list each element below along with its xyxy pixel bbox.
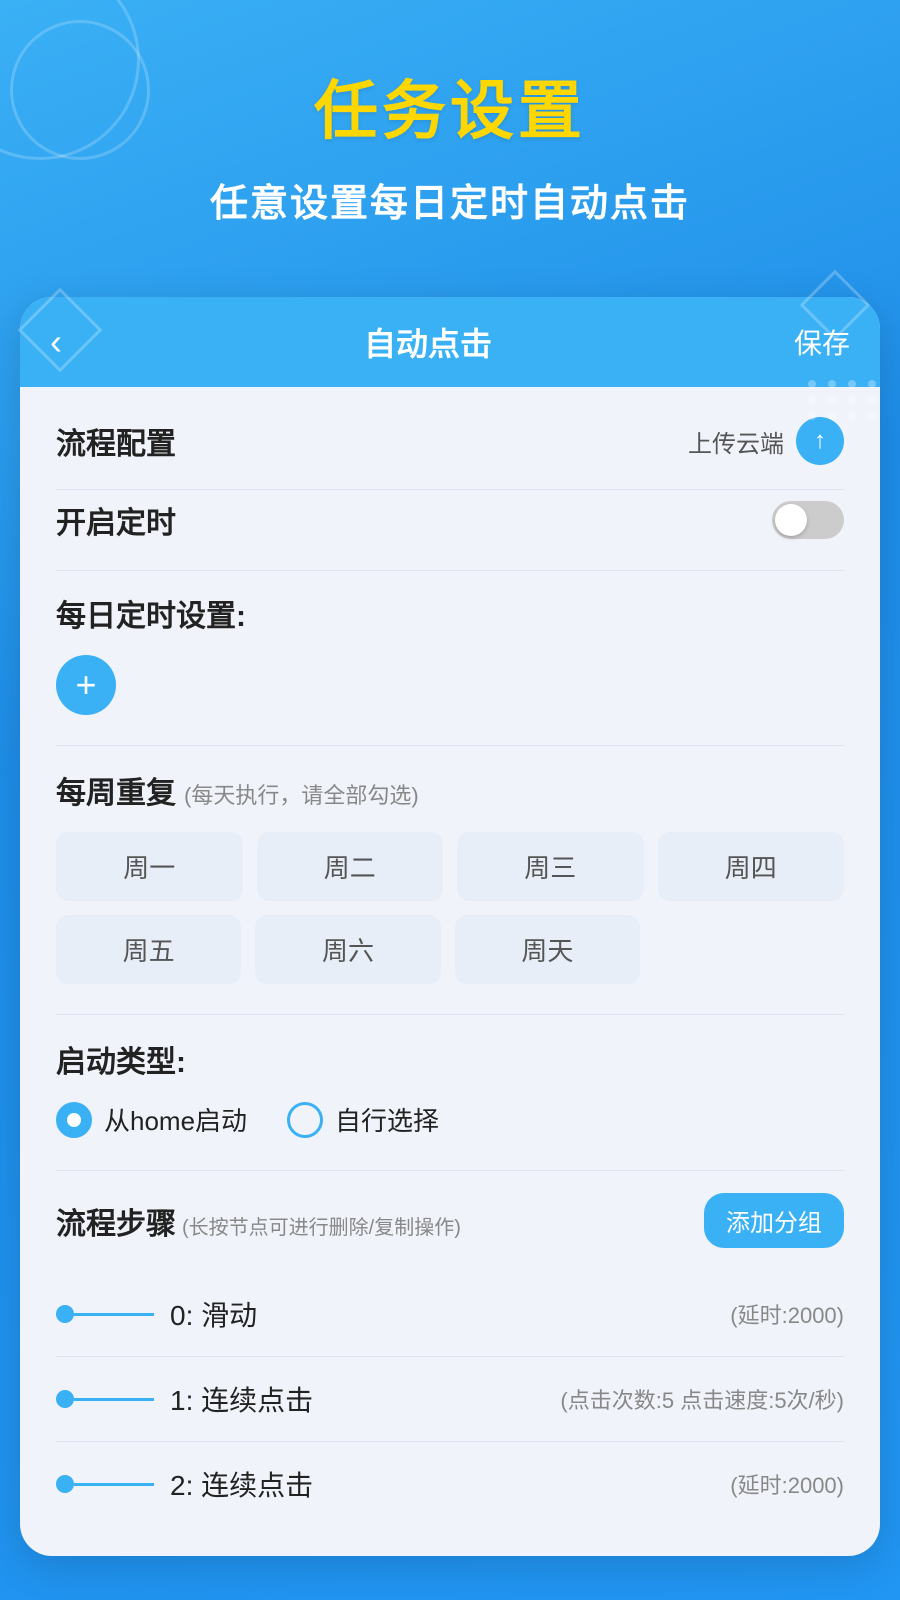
timer-toggle-row: 开启定时 [56, 498, 844, 542]
card-body: 流程配置 上传云端 ↑ 开启定时 每日定时设置: + 每周重复 (每天执 [20, 387, 880, 1556]
divider-4 [56, 1014, 844, 1015]
step-name-2: 2: 连续点击 [170, 1464, 313, 1504]
step-detail-1: (点击次数:5 点击速度:5次/秒) [560, 1383, 844, 1415]
weekday-fri[interactable]: 周五 [56, 915, 241, 984]
step-dot-1 [56, 1390, 74, 1408]
steps-header: 流程步骤 (长按节点可进行删除/复制操作) 添加分组 [56, 1193, 844, 1248]
save-button[interactable]: 保存 [794, 322, 850, 362]
launch-options: 从home启动 自行选择 [56, 1101, 844, 1138]
weekday-sun[interactable]: 周天 [455, 915, 640, 984]
step-line-2 [74, 1483, 154, 1486]
weekday-thu[interactable]: 周四 [658, 832, 845, 901]
sub-title: 任意设置每日定时自动点击 [30, 172, 870, 227]
weekday-mon[interactable]: 周一 [56, 832, 243, 901]
weekly-repeat-hint: (每天执行，请全部勾选) [184, 778, 419, 810]
launch-type-label: 启动类型: [56, 1037, 844, 1081]
back-button[interactable]: ‹ [50, 321, 62, 363]
add-group-button[interactable]: 添加分组 [704, 1193, 844, 1248]
upload-area: 上传云端 ↑ [688, 417, 844, 465]
step-item-0[interactable]: 0: 滑动 (延时:2000) [56, 1272, 844, 1357]
step-content-0: 0: 滑动 (延时:2000) [170, 1294, 844, 1334]
upload-text: 上传云端 [688, 424, 784, 459]
divider-5 [56, 1170, 844, 1171]
step-detail-0: (延时:2000) [730, 1298, 844, 1330]
flow-config-row: 流程配置 上传云端 ↑ [56, 417, 844, 465]
step-dot-0 [56, 1305, 74, 1323]
step-name-0: 0: 滑动 [170, 1294, 257, 1334]
step-item-2[interactable]: 2: 连续点击 (延时:2000) [56, 1442, 844, 1526]
step-content-2: 2: 连续点击 (延时:2000) [170, 1464, 844, 1504]
upload-button[interactable]: ↑ [796, 417, 844, 465]
radio-custom[interactable] [287, 1102, 323, 1138]
weekdays-row2: 周五 周六 周天 [56, 915, 844, 984]
weekday-sat[interactable]: 周六 [255, 915, 440, 984]
steps-label: 流程步骤 [56, 1199, 176, 1243]
divider-1 [56, 489, 844, 490]
header-area: 任务设置 任意设置每日定时自动点击 [0, 0, 900, 257]
weekly-repeat-label: 每周重复 [56, 768, 176, 812]
launch-custom-label: 自行选择 [335, 1101, 439, 1138]
step-line-0 [74, 1313, 154, 1316]
step-item-1[interactable]: 1: 连续点击 (点击次数:5 点击速度:5次/秒) [56, 1357, 844, 1442]
step-dot-2 [56, 1475, 74, 1493]
divider-2 [56, 570, 844, 571]
steps-left: 流程步骤 (长按节点可进行删除/复制操作) [56, 1199, 461, 1243]
step-dot-line-1 [56, 1390, 154, 1408]
weekdays-row1: 周一 周二 周三 周四 [56, 832, 844, 901]
daily-timer-label: 每日定时设置: [56, 591, 844, 635]
step-line-1 [74, 1398, 154, 1401]
card-header: ‹ 自动点击 保存 [20, 297, 880, 387]
step-name-1: 1: 连续点击 [170, 1379, 313, 1419]
timer-label: 开启定时 [56, 498, 176, 542]
upload-icon: ↑ [814, 429, 826, 453]
step-dot-line-2 [56, 1475, 154, 1493]
weekday-wed[interactable]: 周三 [457, 832, 644, 901]
steps-hint: (长按节点可进行删除/复制操作) [182, 1211, 461, 1240]
divider-3 [56, 745, 844, 746]
timer-toggle[interactable] [772, 501, 844, 539]
settings-card: ‹ 自动点击 保存 流程配置 上传云端 ↑ 开启定时 每日定时设置: + [20, 297, 880, 1556]
flow-config-label: 流程配置 [56, 419, 176, 463]
step-dot-line-0 [56, 1305, 154, 1323]
launch-home-label: 从home启动 [104, 1101, 247, 1138]
weekly-repeat-header: 每周重复 (每天执行，请全部勾选) [56, 768, 844, 812]
main-title: 任务设置 [30, 60, 870, 152]
step-content-1: 1: 连续点击 (点击次数:5 点击速度:5次/秒) [170, 1379, 844, 1419]
radio-home[interactable] [56, 1102, 92, 1138]
add-timer-button[interactable]: + [56, 655, 116, 715]
launch-option-custom[interactable]: 自行选择 [287, 1101, 439, 1138]
card-title: 自动点击 [364, 319, 492, 365]
step-detail-2: (延时:2000) [730, 1468, 844, 1500]
launch-option-home[interactable]: 从home启动 [56, 1101, 247, 1138]
weekday-tue[interactable]: 周二 [257, 832, 444, 901]
